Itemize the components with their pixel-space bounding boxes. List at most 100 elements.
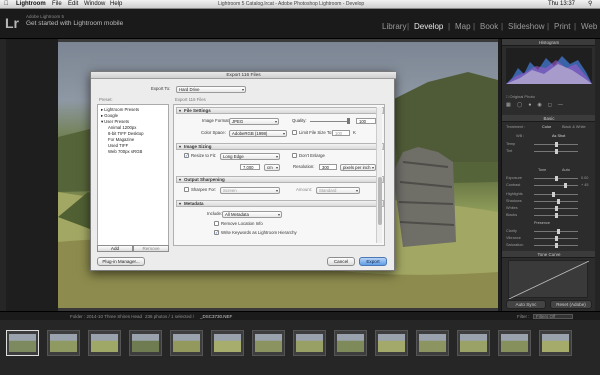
slider-knob[interactable] <box>554 206 558 211</box>
treatment-bw[interactable]: Black & White <box>562 125 586 129</box>
slider-knob[interactable] <box>554 142 558 147</box>
develop-tools-strip[interactable]: ▦◯●◉◻— <box>506 102 592 109</box>
slider-knob[interactable] <box>554 176 558 181</box>
color-space-select[interactable]: AdobeRGB (1998) <box>229 130 287 137</box>
sharpen-for-select[interactable]: Screen <box>220 187 280 194</box>
disclosure-triangle-icon[interactable]: ▸ <box>101 113 103 118</box>
slider-shadows[interactable]: Shadows <box>506 199 592 204</box>
module-web[interactable]: Web <box>581 22 597 32</box>
plugin-manager-button[interactable]: Plug-in Manager... <box>97 257 145 266</box>
menu-help[interactable]: Help <box>110 1 122 8</box>
slider-value[interactable]: 0.00 <box>581 176 588 181</box>
slider-knob[interactable] <box>564 183 568 188</box>
filmstrip-thumbnail[interactable] <box>6 330 39 356</box>
disclosure-triangle-icon[interactable]: ▾ <box>101 119 103 124</box>
mobile-promo-link[interactable]: Get started with Lightroom mobile <box>26 20 123 27</box>
sharpen-for-checkbox[interactable] <box>184 187 189 192</box>
scrollbar-thumb[interactable] <box>378 177 382 225</box>
basic-header[interactable]: Basic <box>502 115 596 122</box>
auto-sync-button[interactable]: Auto Sync <box>506 300 546 309</box>
slider-blacks[interactable]: Blacks <box>506 213 592 218</box>
menu-lightroom[interactable]: Lightroom <box>16 1 46 8</box>
slider-knob[interactable] <box>556 199 560 204</box>
filmstrip-thumbnail[interactable] <box>539 330 572 356</box>
filmstrip-thumbnail[interactable] <box>375 330 408 356</box>
treatment-color[interactable]: Color <box>542 125 551 129</box>
module-book[interactable]: Book <box>480 22 498 32</box>
original-photo-toggle[interactable]: □ Original Photo <box>506 94 535 99</box>
slider-contrast[interactable]: Contrast + 45 <box>506 183 592 188</box>
resolution-field[interactable]: 300 <box>319 164 337 170</box>
tone-curve-header[interactable]: Tone Curve <box>502 251 596 258</box>
export-to-select[interactable]: Hard Drive <box>176 86 246 93</box>
module-develop[interactable]: Develop <box>414 22 443 32</box>
slider-knob[interactable] <box>554 213 558 218</box>
menubar-clock[interactable]: Thu 13:37 <box>548 1 575 8</box>
quality-field[interactable]: 100 <box>356 118 376 124</box>
resize-to-fit-select[interactable]: Long Edge <box>220 153 280 160</box>
filmstrip-thumbnail[interactable] <box>211 330 244 356</box>
spotlight-icon[interactable]: ⚲ <box>588 1 592 8</box>
filmstrip-thumbnail[interactable] <box>129 330 162 356</box>
limit-size-field[interactable]: 100 <box>332 130 350 136</box>
quality-slider-knob[interactable] <box>347 118 350 124</box>
filmstrip-thumbnail[interactable] <box>47 330 80 356</box>
menu-file[interactable]: File <box>52 1 62 8</box>
metadata-header[interactable]: ▾ Metadata <box>176 200 384 207</box>
slider-exposure[interactable]: Exposure 0.00 <box>506 176 592 181</box>
slider-tint[interactable]: Tint <box>506 149 592 154</box>
slider-knob[interactable] <box>552 192 556 197</box>
quality-slider[interactable] <box>310 121 350 122</box>
apple-menu-icon[interactable]:  <box>4 1 9 8</box>
filmstrip-thumbnail[interactable] <box>498 330 531 356</box>
slider-highlights[interactable]: Highlights <box>506 192 592 197</box>
slider-knob[interactable] <box>554 236 558 241</box>
preset-item[interactable]: Web 700px sRGB <box>108 149 142 155</box>
remove-location-checkbox[interactable] <box>214 221 219 226</box>
slider-value[interactable]: + 45 <box>581 183 589 188</box>
left-panel-collapsed[interactable] <box>0 39 6 311</box>
slider-knob[interactable] <box>555 149 559 154</box>
slider-knob[interactable] <box>554 243 558 248</box>
remove-preset-button[interactable]: Remove <box>133 245 169 252</box>
export-button[interactable]: Export <box>359 257 387 266</box>
menu-window[interactable]: Window <box>84 1 105 8</box>
histogram-header[interactable]: Histogram <box>502 39 596 46</box>
long-edge-field[interactable]: 7,000 <box>240 164 260 170</box>
module-library[interactable]: Library <box>382 22 406 32</box>
filmstrip-thumbnail[interactable] <box>88 330 121 356</box>
slider-vibrance[interactable]: Vibrance <box>506 236 592 241</box>
size-unit-select[interactable]: cm <box>264 164 280 171</box>
filmstrip-thumbnail[interactable] <box>457 330 490 356</box>
amount-select[interactable]: Standard <box>316 187 360 194</box>
module-slideshow[interactable]: Slideshow <box>508 22 544 32</box>
filmstrip-thumbnail[interactable] <box>252 330 285 356</box>
limit-file-size-checkbox[interactable] <box>292 130 297 135</box>
file-settings-header[interactable]: ▾ File Settings <box>176 107 384 114</box>
filmstrip-thumbnail[interactable] <box>334 330 367 356</box>
module-print[interactable]: Print <box>554 22 570 32</box>
include-select[interactable]: All Metadata <box>222 211 282 218</box>
tone-curve-graph[interactable] <box>508 260 590 300</box>
slider-temp[interactable]: Temp <box>506 142 592 147</box>
slider-saturation[interactable]: Saturation <box>506 243 592 248</box>
filmstrip-thumbnail[interactable] <box>416 330 449 356</box>
disclosure-triangle-icon[interactable]: ▸ <box>101 107 103 112</box>
slider-clarity[interactable]: Clarity <box>506 229 592 234</box>
cancel-button[interactable]: Cancel <box>327 257 355 266</box>
filmstrip-thumbnail[interactable] <box>170 330 203 356</box>
add-preset-button[interactable]: Add <box>97 245 133 252</box>
slider-track[interactable] <box>534 194 578 195</box>
slider-whites[interactable]: Whites <box>506 206 592 211</box>
module-map[interactable]: Map <box>455 22 471 32</box>
image-format-select[interactable]: JPEG <box>229 118 279 125</box>
resolution-unit-select[interactable]: pixels per inch <box>340 164 376 171</box>
dont-enlarge-checkbox[interactable] <box>292 153 297 158</box>
output-sharpening-header[interactable]: ▾ Output Sharpening <box>176 176 384 183</box>
filmstrip-thumbnail[interactable] <box>293 330 326 356</box>
slider-track[interactable] <box>534 185 578 186</box>
resize-to-fit-checkbox[interactable]: ✓ <box>184 153 189 158</box>
settings-scrollbar[interactable] <box>376 107 382 243</box>
write-keywords-checkbox[interactable]: ✓ <box>214 230 219 235</box>
image-sizing-header[interactable]: ▾ Image Sizing <box>176 143 384 150</box>
